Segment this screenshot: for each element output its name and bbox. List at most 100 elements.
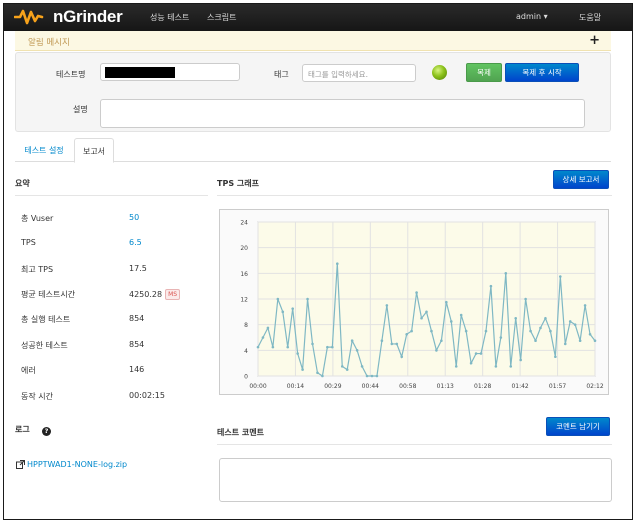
tps-data-point [350,339,354,343]
notice-bar: 알림 메시지 + [15,31,611,51]
comment-textarea[interactable] [219,458,612,502]
detail-report-button[interactable]: 상세 보고서 [553,170,609,189]
summary-label: 총 실행 테스트 [21,315,71,324]
tps-data-point [306,297,309,301]
summary-value-success: 854 [129,340,145,349]
tps-data-point [559,275,562,278]
tps-data-point [504,272,508,275]
tps-data-point [519,358,522,362]
brand-logo[interactable]: nGrinder [14,7,123,27]
tps-data-point [286,345,290,349]
tps-data-point [554,355,557,359]
tps-data-point [425,310,428,314]
tps-data-point [380,339,384,343]
tps-data-point [385,304,389,307]
nav-performance-test[interactable]: 성능 테스트 [150,12,189,23]
tps-data-point [539,326,542,330]
tps-data-point [489,284,493,288]
tps-data-point [345,368,349,371]
summary-value-run-time: 00:02:15 [129,391,165,400]
tps-data-point [440,339,443,343]
ms-unit-badge: MS [165,289,181,300]
tps-data-point [311,342,314,346]
y-tick-label: 8 [244,322,248,329]
x-tick-label: 01:57 [549,383,566,390]
x-tick-label: 00:14 [287,383,304,390]
y-tick-label: 4 [244,348,248,355]
comment-heading: 테스트 코멘트 [217,428,264,437]
y-tick-label: 16 [240,271,248,278]
log-file-link[interactable]: HPPTWAD1-NONE-log.zip [16,460,127,469]
summary-label: 에러 [21,366,36,375]
leave-comment-button[interactable]: 코멘트 남기기 [546,417,610,436]
help-question-icon[interactable]: ? [42,427,51,436]
test-name-input[interactable] [100,63,240,81]
comment-divider [217,444,612,445]
summary-heading: 요약 [15,179,30,188]
tps-data-point [395,342,399,346]
tab-bar: 테스트 설정 보고서 [15,138,611,163]
tps-data-point [484,329,488,333]
tag-input[interactable]: 태그를 입력하세요. [302,64,416,82]
tps-data-point [583,304,587,307]
top-navbar: nGrinder 성능 테스트 스크립트 admin ▾ 도움말 [4,4,632,31]
tps-data-point [276,297,280,301]
tps-data-point [296,352,299,355]
description-textarea[interactable] [100,99,585,128]
summary-label: TPS [21,238,36,247]
nav-script[interactable]: 스크립트 [207,12,236,23]
tps-data-point [588,332,592,336]
tps-data-point [430,329,433,333]
expand-plus-icon[interactable]: + [589,33,600,48]
tps-chart: 0 4 8 12 16 20 24 00:00 00:14 00:29 00:44 00:58 01:1… [219,209,609,395]
tps-data-point [415,291,418,294]
tps-chart-svg: 0 4 8 12 16 20 24 00:00 00:14 00:29 00:44 00:58 01:1… [240,220,603,391]
tps-data-point [405,332,408,336]
summary-value-mean-time: 4250.28 MS [129,289,181,300]
redacted-test-name [105,67,175,78]
tps-data-point [281,310,285,314]
tps-data-point [321,374,324,378]
tps-data-point [410,329,413,333]
summary-value-tps[interactable]: 6.5 [129,238,142,247]
tag-label: 태그 [274,70,289,79]
summary-label: 최고 TPS [21,265,54,274]
app-window: nGrinder 성능 테스트 스크립트 admin ▾ 도움말 알림 메시지 … [3,3,633,520]
clone-button[interactable]: 복제 [466,63,502,82]
tps-data-point [355,349,359,352]
x-tick-label: 00:58 [399,383,416,390]
summary-value-peak-tps: 17.5 [129,264,147,273]
mean-time-value: 4250.28 [129,290,163,299]
tps-data-point [266,326,270,330]
test-name-label: 테스트명 [56,70,86,79]
user-menu[interactable]: admin ▾ [516,12,548,21]
tps-data-point [400,355,404,359]
tab-test-config[interactable]: 테스트 설정 [15,138,73,162]
tps-data-point [261,336,265,339]
tps-data-point [271,345,275,349]
y-tick-label: 20 [240,245,248,252]
summary-value-vuser[interactable]: 50 [129,213,139,222]
tps-data-point [474,352,478,355]
x-tick-label: 00:29 [324,383,341,390]
tps-data-point [316,371,319,375]
clone-and-start-button[interactable]: 복제 후 시작 [505,63,579,82]
tps-data-point [256,345,260,349]
tps-data-point [301,368,304,371]
tps-divider [217,195,612,196]
tps-data-point [326,345,329,349]
tps-data-point [578,339,582,343]
log-heading: 로그 [15,425,30,434]
tps-data-point [459,313,463,317]
tps-data-point [445,300,448,304]
nav-help[interactable]: 도움말 [579,12,601,23]
x-tick-label: 02:12 [586,383,603,390]
summary-label: 동작 시간 [21,392,53,401]
tab-report[interactable]: 보고서 [74,138,114,163]
x-tick-label: 00:44 [362,383,379,390]
tps-data-point [390,342,394,346]
summary-label: 총 Vuser [21,214,54,223]
tps-data-point [370,374,374,378]
summary-label: 성공한 테스트 [21,341,68,350]
tps-data-point [534,339,537,343]
